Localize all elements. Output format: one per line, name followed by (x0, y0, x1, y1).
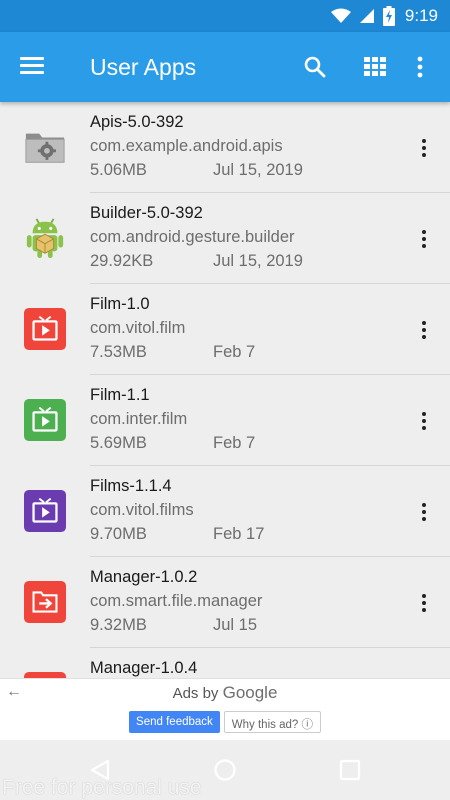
app-size: 29.92KB (90, 252, 154, 270)
app-list-item[interactable]: Builder-5.0-392 com.android.gesture.buil… (0, 193, 450, 284)
ads-by-label: Ads by (172, 685, 219, 702)
app-list-item[interactable]: Apis-5.0-392 com.example.android.apis 5.… (0, 102, 450, 193)
app-date: Jul 15 (213, 616, 258, 634)
app-size: 7.53MB (90, 343, 147, 361)
google-brand: Google (222, 683, 278, 702)
status-icons: 9:19 (330, 5, 438, 27)
status-bar: 9:19 (0, 0, 450, 32)
menu-icon[interactable] (20, 54, 50, 80)
file-transfer-icon (24, 581, 66, 623)
app-date: Feb 17 (213, 525, 265, 543)
item-more-icon[interactable] (412, 315, 436, 345)
grid-view-icon[interactable] (360, 52, 390, 82)
ads-by-google: Ads by Google (0, 683, 450, 703)
item-more-icon[interactable] (412, 497, 436, 527)
app-name: Film-1.0 (90, 295, 150, 313)
app-name: Film-1.1 (90, 386, 150, 404)
tv-play-icon (24, 308, 66, 350)
app-bar: User Apps (0, 32, 450, 102)
app-date: Feb 7 (213, 434, 256, 452)
item-more-icon[interactable] (412, 133, 436, 163)
app-list-item[interactable]: Film-1.1 com.inter.film 5.69MB Feb 7 (0, 375, 450, 466)
app-size: 5.06MB (90, 161, 147, 179)
app-package: com.smart.file.manager (90, 592, 263, 610)
battery-charging-icon (382, 6, 395, 26)
tv-play-icon (24, 490, 66, 532)
search-icon[interactable] (300, 52, 330, 82)
why-this-ad-button[interactable]: Why this ad? ⓘ (223, 711, 321, 733)
android-robot-icon (26, 218, 64, 259)
app-package: com.inter.film (90, 410, 188, 428)
page-title: User Apps (90, 54, 197, 80)
app-name: Apis-5.0-392 (90, 113, 184, 131)
app-size: 5.69MB (90, 434, 147, 452)
item-more-icon[interactable] (412, 588, 436, 618)
ad-banner: ← Ads by Google Send feedback Why this a… (0, 678, 450, 740)
cellular-signal-icon (359, 9, 374, 23)
app-list-item[interactable]: Manager-1.0.4 (0, 648, 450, 678)
back-icon[interactable] (86, 758, 114, 782)
app-list-item[interactable]: Manager-1.0.2 com.smart.file.manager 9.3… (0, 557, 450, 648)
tv-play-icon (24, 399, 66, 441)
recents-icon[interactable] (336, 758, 364, 782)
folder-gear-icon (25, 133, 65, 163)
app-list-item[interactable]: Film-1.0 com.vitol.film 7.53MB Feb 7 (0, 284, 450, 375)
app-package: com.android.gesture.builder (90, 228, 295, 246)
ad-buttons: Send feedback Why this ad? ⓘ (0, 711, 450, 733)
app-name: Films-1.1.4 (90, 477, 172, 495)
app-package: com.vitol.films (90, 501, 194, 519)
app-name: Manager-1.0.2 (90, 568, 198, 586)
app-name: Builder-5.0-392 (90, 204, 203, 222)
app-list-item[interactable]: Films-1.1.4 com.vitol.films 9.70MB Feb 1… (0, 466, 450, 557)
send-feedback-button[interactable]: Send feedback (129, 711, 220, 733)
more-vert-icon[interactable] (405, 52, 435, 82)
app-name: Manager-1.0.4 (90, 659, 198, 677)
app-list: Apis-5.0-392 com.example.android.apis 5.… (0, 102, 450, 678)
app-size: 9.70MB (90, 525, 147, 543)
app-date: Feb 7 (213, 343, 256, 361)
app-package: com.vitol.film (90, 319, 186, 337)
item-more-icon[interactable] (412, 406, 436, 436)
navigation-bar (0, 740, 450, 800)
app-package: com.example.android.apis (90, 137, 283, 155)
app-date: Jul 15, 2019 (213, 252, 303, 270)
app-date: Jul 15, 2019 (213, 161, 303, 179)
home-icon[interactable] (211, 758, 239, 782)
item-more-icon[interactable] (412, 224, 436, 254)
app-size: 9.32MB (90, 616, 147, 634)
status-time: 9:19 (404, 6, 438, 25)
wifi-icon (330, 8, 351, 23)
